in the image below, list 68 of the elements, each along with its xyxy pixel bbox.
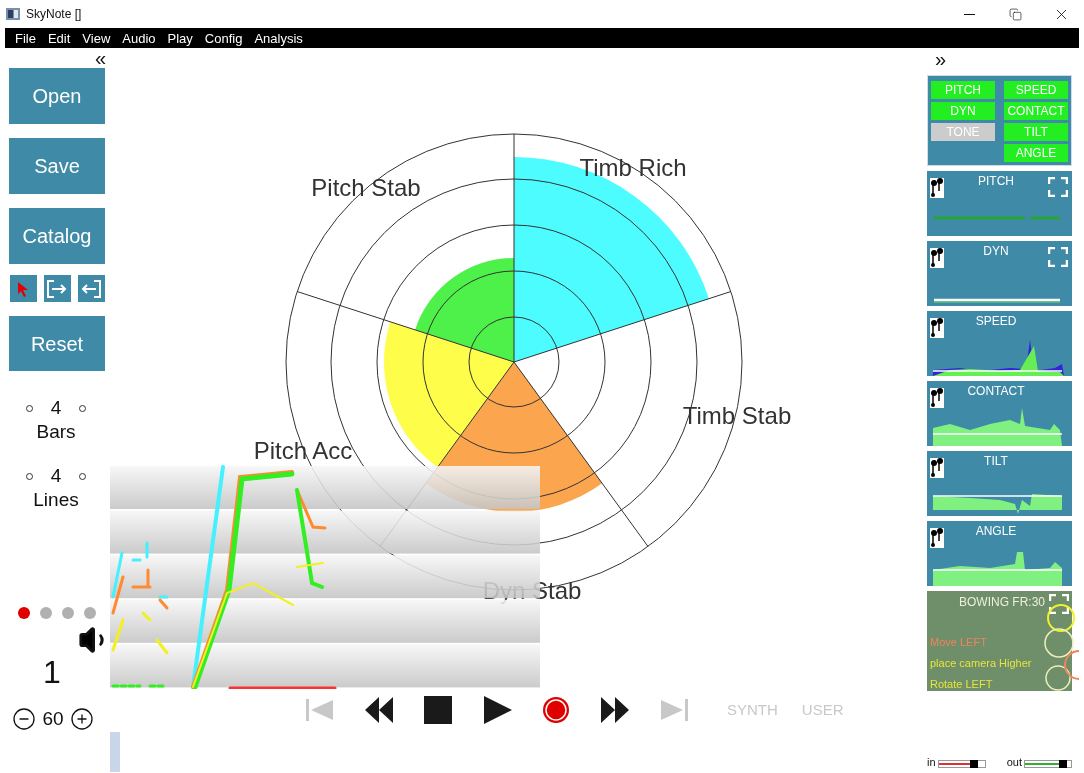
axis-label: Pitch Acc [253,437,353,465]
axis-label: Pitch Stab [311,174,421,202]
menu-item[interactable]: View [76,31,117,45]
stepper-value: 4 [50,465,62,487]
plus-icon [69,707,94,732]
music-note-icon [930,528,944,548]
monitor-title: TILT [984,454,1008,468]
fast-forward-icon[interactable] [600,696,630,724]
scroll-handle[interactable] [110,732,120,772]
guidance-message: Rotate LEFT [930,677,993,692]
increase-tempo-button[interactable] [69,707,94,732]
level-slider[interactable] [1024,760,1072,768]
guidance-message: Move LEFT [930,635,987,650]
menu-item[interactable]: Config [198,31,249,45]
minus-icon [12,707,37,732]
bowing-title: BOWING FR:30 [959,594,1045,611]
monitor-title: PITCH [978,174,1014,188]
decrease-tempo-button[interactable] [12,707,37,732]
axis-label: Dyn Stab [482,577,582,605]
music-note-icon [930,458,944,478]
reset-button[interactable]: Reset [9,316,105,371]
panel-button[interactable]: Catalog [9,208,105,264]
guidance-message: place camera Higher [930,656,1032,671]
fullscreen-icon[interactable] [1049,594,1069,614]
tempo-value: 60 [42,707,64,731]
restore-icon [1008,7,1022,21]
count-value: 1 [43,655,61,689]
slider-thumb[interactable] [1058,760,1067,768]
menu-item[interactable]: Play [161,31,199,45]
exit-arrow-icon [47,279,67,298]
menu-item[interactable]: Audio [116,31,162,45]
menu-item[interactable]: Analysis [248,31,309,45]
expand-button[interactable]: » [935,48,947,70]
export-tool-button[interactable] [43,275,71,302]
fullscreen-icon[interactable] [1048,177,1068,197]
menu-item[interactable]: Edit [41,31,77,45]
import-tool-button[interactable] [77,275,105,302]
panel-button[interactable]: Save [9,138,105,194]
music-note-icon [930,178,944,198]
enter-arrow-icon [81,279,101,298]
level-slider[interactable] [937,760,986,768]
stop-icon[interactable] [423,696,453,724]
panel-button[interactable]: Open [9,68,105,124]
fullscreen-icon[interactable] [1048,247,1068,267]
record-icon[interactable] [541,696,571,724]
stepper-label: Lines [33,488,79,512]
music-note-icon [930,388,944,408]
axis-label: Timb Stab [682,402,792,430]
minimize-icon [963,13,975,15]
monitor-title: DYN [983,244,1009,258]
meter-label: in [927,757,936,768]
monitor-title: ANGLE [975,524,1017,538]
pointer-tool-button[interactable] [9,275,37,302]
slider-thumb[interactable] [970,760,979,768]
meter-label: out [1006,757,1022,768]
app-icon [6,8,20,20]
cursor-icon [17,280,29,297]
monitor-title: SPEED [975,314,1017,328]
menu-item[interactable]: File [9,31,42,45]
stepper-label: Bars [36,420,76,444]
music-note-icon [930,318,944,338]
music-note-icon [930,248,944,268]
play-icon[interactable] [482,696,512,724]
monitor-title: CONTACT [967,384,1025,398]
collapse-button[interactable]: « [94,48,106,68]
window-title: SkyNote [] [26,6,82,23]
rewind-icon[interactable] [364,696,394,724]
stepper-value: 4 [50,397,62,419]
